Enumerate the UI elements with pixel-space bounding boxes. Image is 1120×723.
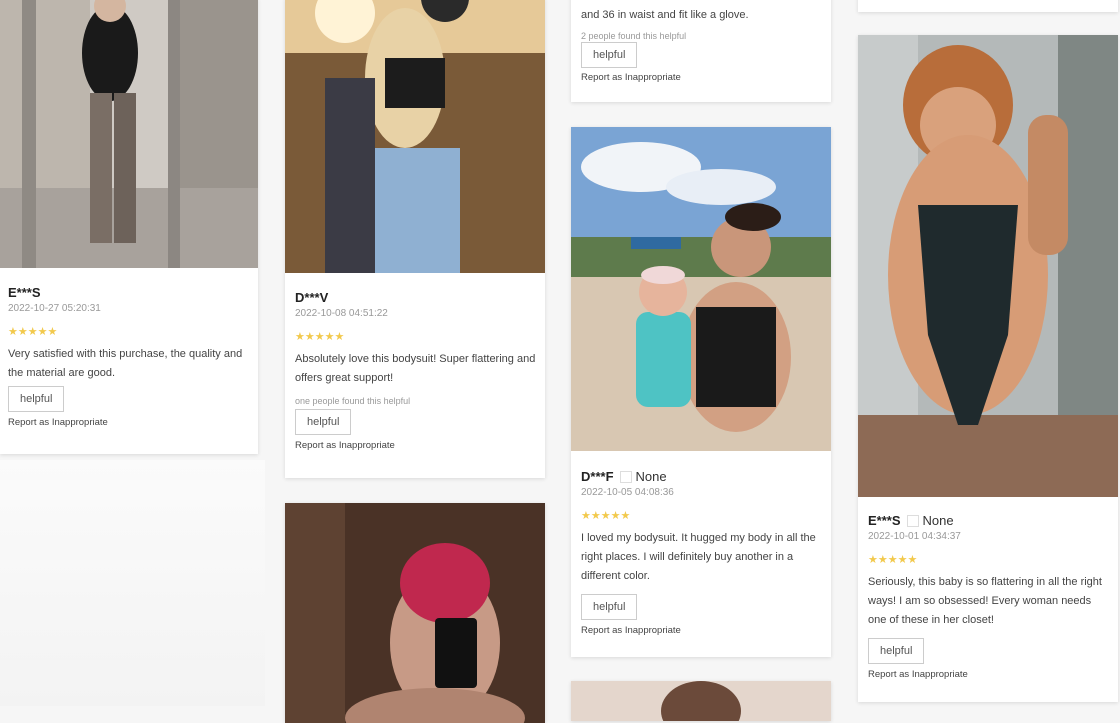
helpful-button[interactable]: helpful [581, 42, 638, 68]
report-link[interactable]: Report as Inappropriate [295, 440, 537, 451]
report-link[interactable]: Report as Inappropriate [8, 417, 250, 428]
review-text: Very satisfied with this purchase, the q… [8, 348, 243, 379]
review-photo[interactable] [285, 0, 545, 273]
review-photo-image [0, 0, 258, 268]
reviewer-tag: None [906, 513, 954, 528]
reviewer-name: D***V [295, 290, 329, 305]
helpful-count: 2 people found this helpful [581, 31, 687, 41]
star-rating: ★★★★★ [295, 331, 345, 343]
review-date: 2022-10-08 04:51:22 [295, 308, 388, 319]
review-photo-image [571, 127, 831, 451]
review-photo-image [571, 681, 831, 721]
review-text: and 36 in waist and fit like a glove. [581, 9, 749, 21]
helpful-button[interactable]: helpful [868, 638, 925, 664]
helpful-button[interactable]: helpful [295, 409, 352, 435]
review-card [571, 681, 831, 721]
review-card: E***S 2022-10-27 05:20:31 ★★★★★ Very sat… [0, 0, 258, 454]
review-card: and 36 in waist and fit like a glove. 2 … [571, 0, 831, 102]
helpful-button[interactable]: helpful [8, 386, 65, 412]
star-rating: ★★★★★ [581, 510, 631, 522]
review-date: 2022-10-05 04:08:36 [581, 487, 674, 498]
review-photo[interactable] [571, 681, 831, 721]
helpful-count: one people found this helpful [295, 396, 411, 406]
review-card: D***F None 2022-10-05 04:08:36 ★★★★★ I l… [571, 127, 831, 657]
reviewer-tag: None [619, 469, 667, 484]
review-photo-image [285, 503, 545, 723]
faded-background-area [0, 460, 265, 706]
reviewer-name: E***S None [868, 513, 954, 528]
review-photo[interactable] [0, 0, 258, 268]
reviewer-name: D***F None [581, 469, 667, 484]
review-card [858, 0, 1118, 12]
review-photo[interactable] [858, 35, 1118, 497]
report-link[interactable]: Report as Inappropriate [581, 72, 823, 83]
review-card: D***V 2022-10-08 04:51:22 ★★★★★ Absolute… [285, 0, 545, 478]
review-photo[interactable] [571, 127, 831, 451]
review-date: 2022-10-01 04:34:37 [868, 531, 961, 542]
review-text: Absolutely love this bodysuit! Super fla… [295, 353, 536, 384]
review-card [285, 503, 545, 723]
review-photo[interactable] [285, 503, 545, 723]
helpful-button[interactable]: helpful [581, 594, 638, 620]
reviewer-name: E***S [8, 285, 41, 300]
star-rating: ★★★★★ [8, 326, 58, 338]
review-card: E***S None 2022-10-01 04:34:37 ★★★★★ Ser… [858, 35, 1118, 702]
review-photo-image [858, 35, 1118, 497]
report-link[interactable]: Report as Inappropriate [868, 669, 1110, 680]
review-text: Seriously, this baby is so flattering in… [868, 576, 1102, 626]
review-text: I loved my bodysuit. It hugged my body i… [581, 532, 816, 582]
report-link[interactable]: Report as Inappropriate [581, 625, 823, 636]
star-rating: ★★★★★ [868, 554, 918, 566]
review-date: 2022-10-27 05:20:31 [8, 303, 101, 314]
review-photo-image [285, 0, 545, 273]
